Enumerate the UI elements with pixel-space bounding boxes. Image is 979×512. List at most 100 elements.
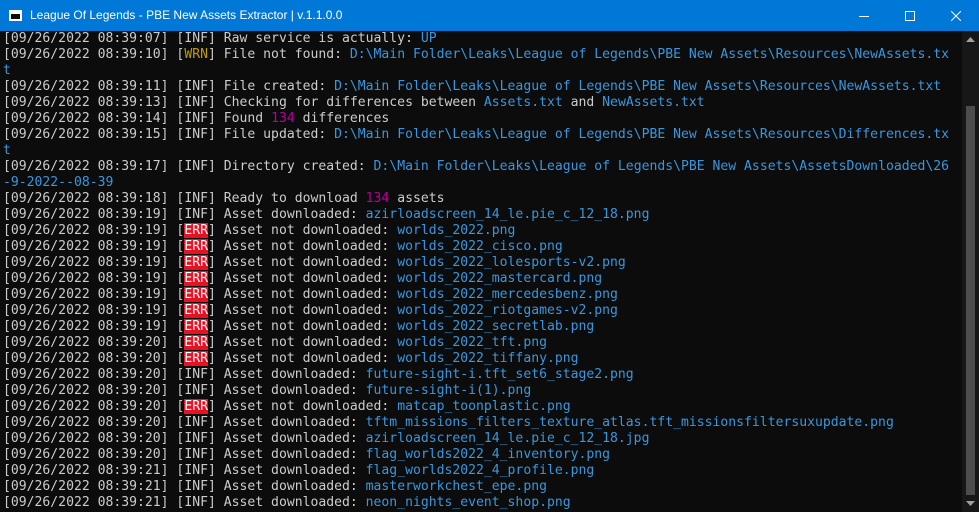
log-value: flag_worlds2022_4_profile.png [365, 463, 595, 478]
log-value: worlds_2022_mercedesbenz.png [397, 287, 618, 302]
log-value: D:\Main Folder\Leaks\League of Legends\P… [373, 159, 950, 174]
scroll-up-button[interactable] [962, 31, 979, 48]
log-message: Asset downloaded: [215, 207, 366, 222]
scroll-up-arrow-icon [966, 37, 975, 42]
log-message-suffix: assets [389, 191, 445, 206]
console-app-icon [9, 10, 22, 21]
log-timestamp: [09/26/2022 08:39:20] [3, 447, 169, 462]
log-timestamp: [09/26/2022 08:39:19] [3, 287, 169, 302]
log-timestamp: [09/26/2022 08:39:10] [3, 47, 169, 62]
log-timestamp: [09/26/2022 08:39:20] [3, 335, 169, 350]
log-level-badge: ERR [184, 351, 208, 366]
log-level-badge: INF [184, 127, 208, 142]
log-value: worlds_2022.png [397, 223, 516, 238]
log-message: Asset not downloaded: [215, 287, 398, 302]
log-line: [09/26/2022 08:39:19] [ERR] Asset not do… [3, 303, 618, 318]
vertical-scrollbar[interactable] [962, 31, 979, 512]
log-value: worlds_2022_tiffany.png [397, 351, 579, 366]
log-line: [09/26/2022 08:39:20] [INF] Asset downlo… [3, 431, 650, 446]
log-timestamp: [09/26/2022 08:39:19] [3, 239, 169, 254]
log-message: Asset downloaded: [215, 367, 366, 382]
log-value: future-sight-i.tft_set6_stage2.png [365, 367, 634, 382]
log-line: [09/26/2022 08:39:19] [ERR] Asset not do… [3, 271, 603, 286]
log-line: [09/26/2022 08:39:19] [ERR] Asset not do… [3, 287, 618, 302]
log-message: Asset not downloaded: [215, 303, 398, 318]
log-line: [09/26/2022 08:39:21] [INF] Asset downlo… [3, 495, 571, 510]
log-message: Asset downloaded: [215, 495, 366, 510]
log-value: flag_worlds2022_4_inventory.png [365, 447, 611, 462]
log-value: t [3, 143, 11, 158]
log-timestamp: [09/26/2022 08:39:21] [3, 479, 169, 494]
log-value: future-sight-i(1).png [365, 383, 532, 398]
log-message: File not found: [215, 47, 350, 62]
log-value: worlds_2022_cisco.png [397, 239, 563, 254]
maximize-button[interactable] [887, 0, 933, 31]
log-value: worlds_2022_tft.png [397, 335, 547, 350]
close-button[interactable] [933, 0, 979, 31]
log-value: UP [420, 31, 437, 46]
title-bar[interactable]: League Of Legends - PBE New Assets Extra… [0, 0, 979, 31]
log-message: Asset downloaded: [215, 431, 366, 446]
scroll-down-arrow-icon [966, 501, 975, 506]
log-timestamp: [09/26/2022 08:39:21] [3, 495, 169, 510]
log-level-badge: INF [184, 207, 208, 222]
log-value: worlds_2022_secretlab.png [397, 319, 595, 334]
log-level-badge: INF [184, 159, 208, 174]
log-message: Asset downloaded: [215, 383, 366, 398]
scroll-down-button[interactable] [962, 495, 979, 512]
log-value: 134 [271, 111, 295, 126]
minimize-icon [859, 15, 869, 17]
log-message: Raw service is actually: [215, 31, 421, 46]
scrollbar-thumb[interactable] [966, 106, 975, 495]
log-value: t [3, 63, 11, 78]
log-value: D:\Main Folder\Leaks\League of Legends\P… [334, 79, 942, 94]
log-timestamp: [09/26/2022 08:39:18] [3, 191, 169, 206]
log-value: neon_nights_event_shop.png [365, 495, 571, 510]
log-timestamp: [09/26/2022 08:39:20] [3, 351, 169, 366]
log-message: Directory created: [215, 159, 374, 174]
log-value: azirloadscreen_14_le.pie_c_12_18.png [365, 207, 650, 222]
log-line: [09/26/2022 08:39:20] [ERR] Asset not do… [3, 335, 547, 350]
log-level-badge: INF [184, 383, 208, 398]
log-line: [09/26/2022 08:39:13] [INF] Checking for… [3, 95, 705, 110]
log-timestamp: [09/26/2022 08:39:19] [3, 319, 169, 334]
log-level-badge: INF [184, 191, 208, 206]
log-value: D:\Main Folder\Leaks\League of Legends\P… [334, 127, 950, 142]
log-level-badge: ERR [184, 255, 208, 270]
log-line: [09/26/2022 08:39:17] [INF] Directory cr… [3, 159, 950, 174]
console-output[interactable]: [09/26/2022 08:39:07] [INF] Raw service … [0, 31, 962, 512]
log-message: Asset not downloaded: [215, 239, 398, 254]
log-value: worlds_2022_lolesports-v2.png [397, 255, 626, 270]
log-message-suffix: differences [294, 111, 390, 126]
log-timestamp: [09/26/2022 08:39:13] [3, 95, 169, 110]
log-timestamp: [09/26/2022 08:39:20] [3, 415, 169, 430]
log-timestamp: [09/26/2022 08:39:20] [3, 383, 169, 398]
close-icon [951, 10, 961, 21]
log-line: [09/26/2022 08:39:15] [INF] File updated… [3, 127, 950, 142]
log-value: -9-2022--08-39 [3, 175, 114, 190]
log-timestamp: [09/26/2022 08:39:11] [3, 79, 169, 94]
log-message: File updated: [215, 127, 335, 142]
minimize-button[interactable] [841, 0, 887, 31]
log-timestamp: [09/26/2022 08:39:19] [3, 303, 169, 318]
log-level-badge: INF [184, 431, 208, 446]
log-line: [09/26/2022 08:39:07] [INF] Raw service … [3, 31, 437, 46]
log-line: [09/26/2022 08:39:18] [INF] Ready to dow… [3, 191, 445, 206]
log-message: Asset not downloaded: [215, 335, 398, 350]
log-timestamp: [09/26/2022 08:39:15] [3, 127, 169, 142]
log-timestamp: [09/26/2022 08:39:20] [3, 431, 169, 446]
log-message: Asset not downloaded: [215, 319, 398, 334]
log-line-continuation: t [3, 63, 962, 79]
log-timestamp: [09/26/2022 08:39:19] [3, 255, 169, 270]
log-line: [09/26/2022 08:39:19] [ERR] Asset not do… [3, 255, 626, 270]
log-line: [09/26/2022 08:39:21] [INF] Asset downlo… [3, 479, 547, 494]
window-controls [841, 0, 979, 31]
log-line: [09/26/2022 08:39:20] [INF] Asset downlo… [3, 367, 634, 382]
log-level-badge: INF [184, 79, 208, 94]
log-level-badge: ERR [184, 239, 208, 254]
log-value: masterworkchest_epe.png [365, 479, 547, 494]
log-line: [09/26/2022 08:39:19] [ERR] Asset not do… [3, 223, 516, 238]
log-level-badge: INF [184, 463, 208, 478]
log-line: [09/26/2022 08:39:10] [WRN] File not fou… [3, 47, 950, 62]
log-value: matcap_toonplastic.png [397, 399, 571, 414]
